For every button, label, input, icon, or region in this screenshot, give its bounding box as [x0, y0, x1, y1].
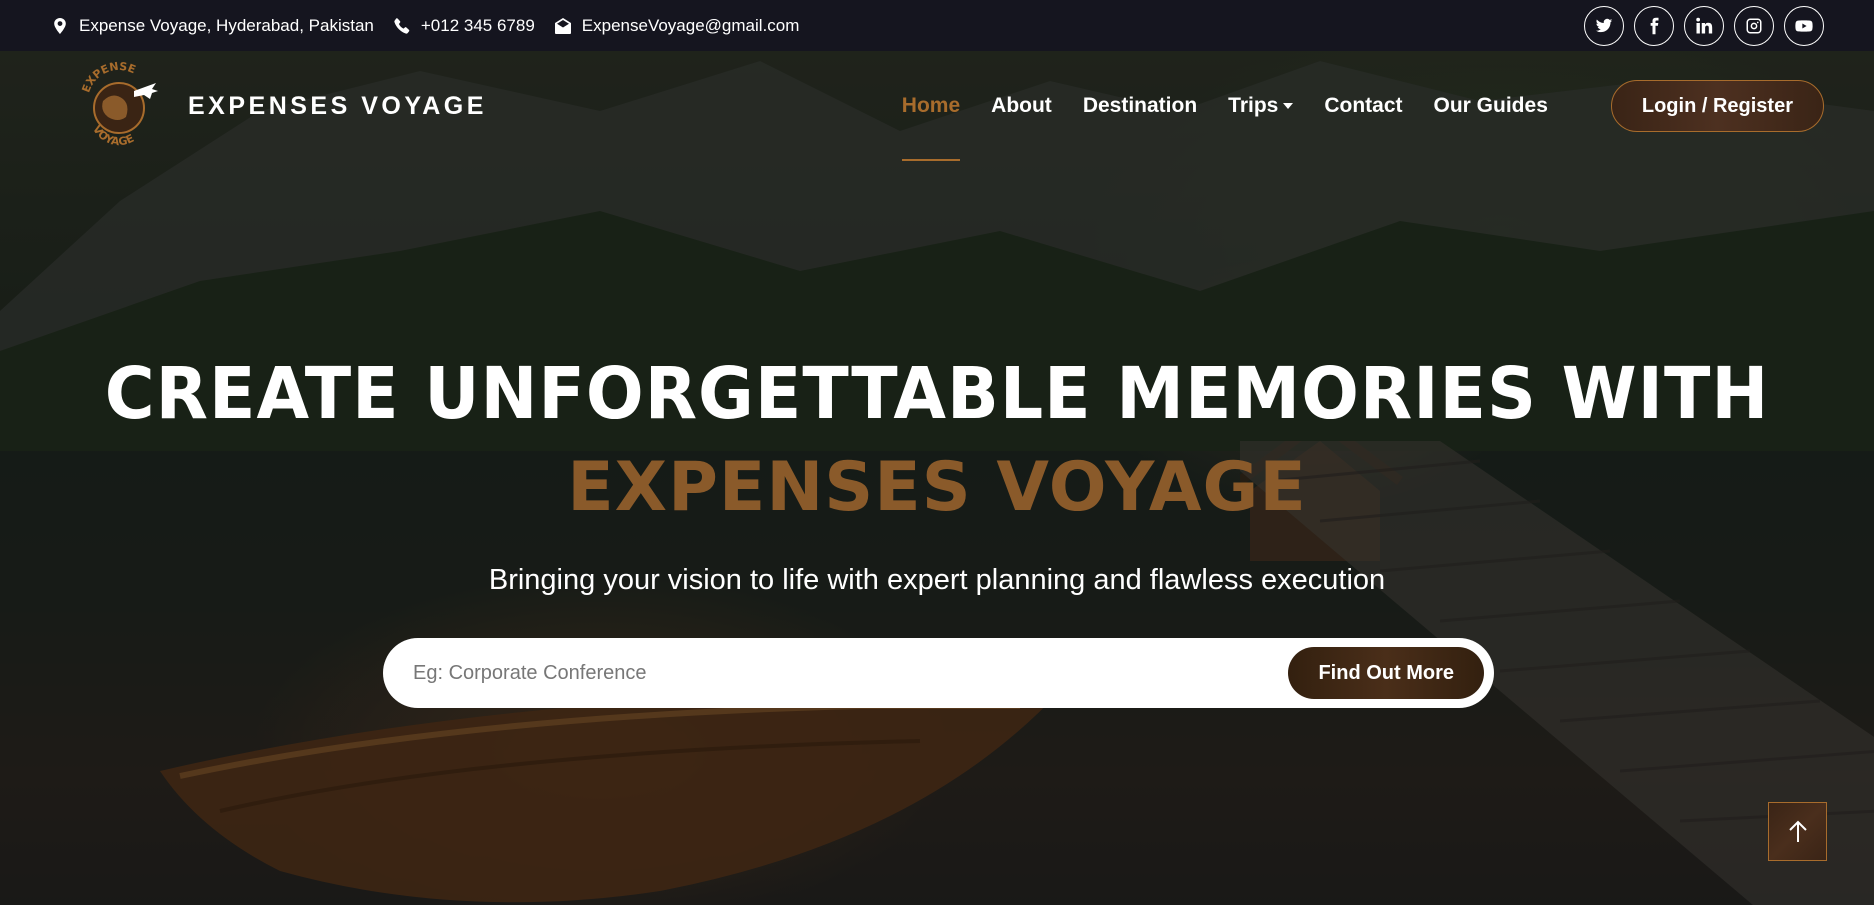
youtube-icon — [1795, 19, 1813, 32]
location-pin-icon — [54, 17, 66, 34]
facebook-icon — [1650, 17, 1659, 34]
social-links — [1584, 5, 1824, 46]
brand-name: EXPENSES VOYAGE — [188, 91, 487, 120]
back-to-top-button[interactable] — [1768, 802, 1827, 861]
nav-item-trips-label: Trips — [1228, 94, 1279, 117]
login-register-button[interactable]: Login / Register — [1610, 80, 1824, 132]
youtube-link[interactable] — [1784, 5, 1824, 46]
hero-content: Create Unforgettable Memories With Expen… — [0, 350, 1874, 597]
globe-airplane-logo-icon: EXPENSE VOYAGE — [79, 61, 158, 148]
main-navbar: EXPENSE VOYAGE EXPENSES VOYAGE Home Abou… — [0, 51, 1874, 161]
email-text: ExpenseVoyage@gmail.com — [581, 15, 800, 35]
site-logo[interactable]: EXPENSE VOYAGE EXPENSES VOYAGE — [78, 61, 487, 151]
twitter-icon — [1595, 18, 1613, 32]
hero-headline-highlight: Expenses Voyage — [567, 448, 1307, 527]
address-item: Expense Voyage, Hyderabad, Pakistan — [52, 16, 374, 36]
nav-item-destination[interactable]: Destination — [1083, 94, 1197, 118]
contact-info: Expense Voyage, Hyderabad, Pakistan +012… — [52, 16, 799, 36]
linkedin-link[interactable] — [1684, 5, 1724, 46]
search-input[interactable] — [413, 661, 1289, 685]
hero-headline: Create Unforgettable Memories With — [104, 353, 1770, 436]
facebook-link[interactable] — [1634, 5, 1674, 46]
nav-item-home[interactable]: Home — [901, 94, 961, 161]
nav-item-trips[interactable]: Trips — [1228, 94, 1294, 118]
nav-item-our-guides[interactable]: Our Guides — [1434, 94, 1548, 118]
twitter-link[interactable] — [1584, 5, 1624, 46]
phone-icon — [394, 17, 410, 34]
nav-item-about[interactable]: About — [991, 94, 1052, 118]
linkedin-icon — [1696, 17, 1713, 33]
phone-text: +012 345 6789 — [420, 15, 535, 35]
envelope-open-icon — [554, 17, 571, 34]
nav-item-contact[interactable]: Contact — [1324, 94, 1402, 118]
top-info-bar: Expense Voyage, Hyderabad, Pakistan +012… — [0, 0, 1874, 51]
instagram-link[interactable] — [1734, 5, 1774, 46]
boat-illustration — [160, 691, 1060, 903]
phone-item[interactable]: +012 345 6789 — [394, 16, 535, 36]
caret-down-icon — [1283, 103, 1294, 109]
arrow-up-icon — [1788, 820, 1807, 842]
nav-menu: Home About Destination Trips Contact Our… — [901, 80, 1824, 161]
address-text: Expense Voyage, Hyderabad, Pakistan — [79, 15, 374, 35]
find-out-more-button[interactable]: Find Out More — [1288, 647, 1484, 699]
search-bar: Find Out More — [383, 638, 1494, 708]
email-item[interactable]: ExpenseVoyage@gmail.com — [554, 15, 800, 36]
hero-subtitle: Bringing your vision to life with expert… — [488, 564, 1386, 596]
instagram-icon — [1746, 18, 1762, 33]
